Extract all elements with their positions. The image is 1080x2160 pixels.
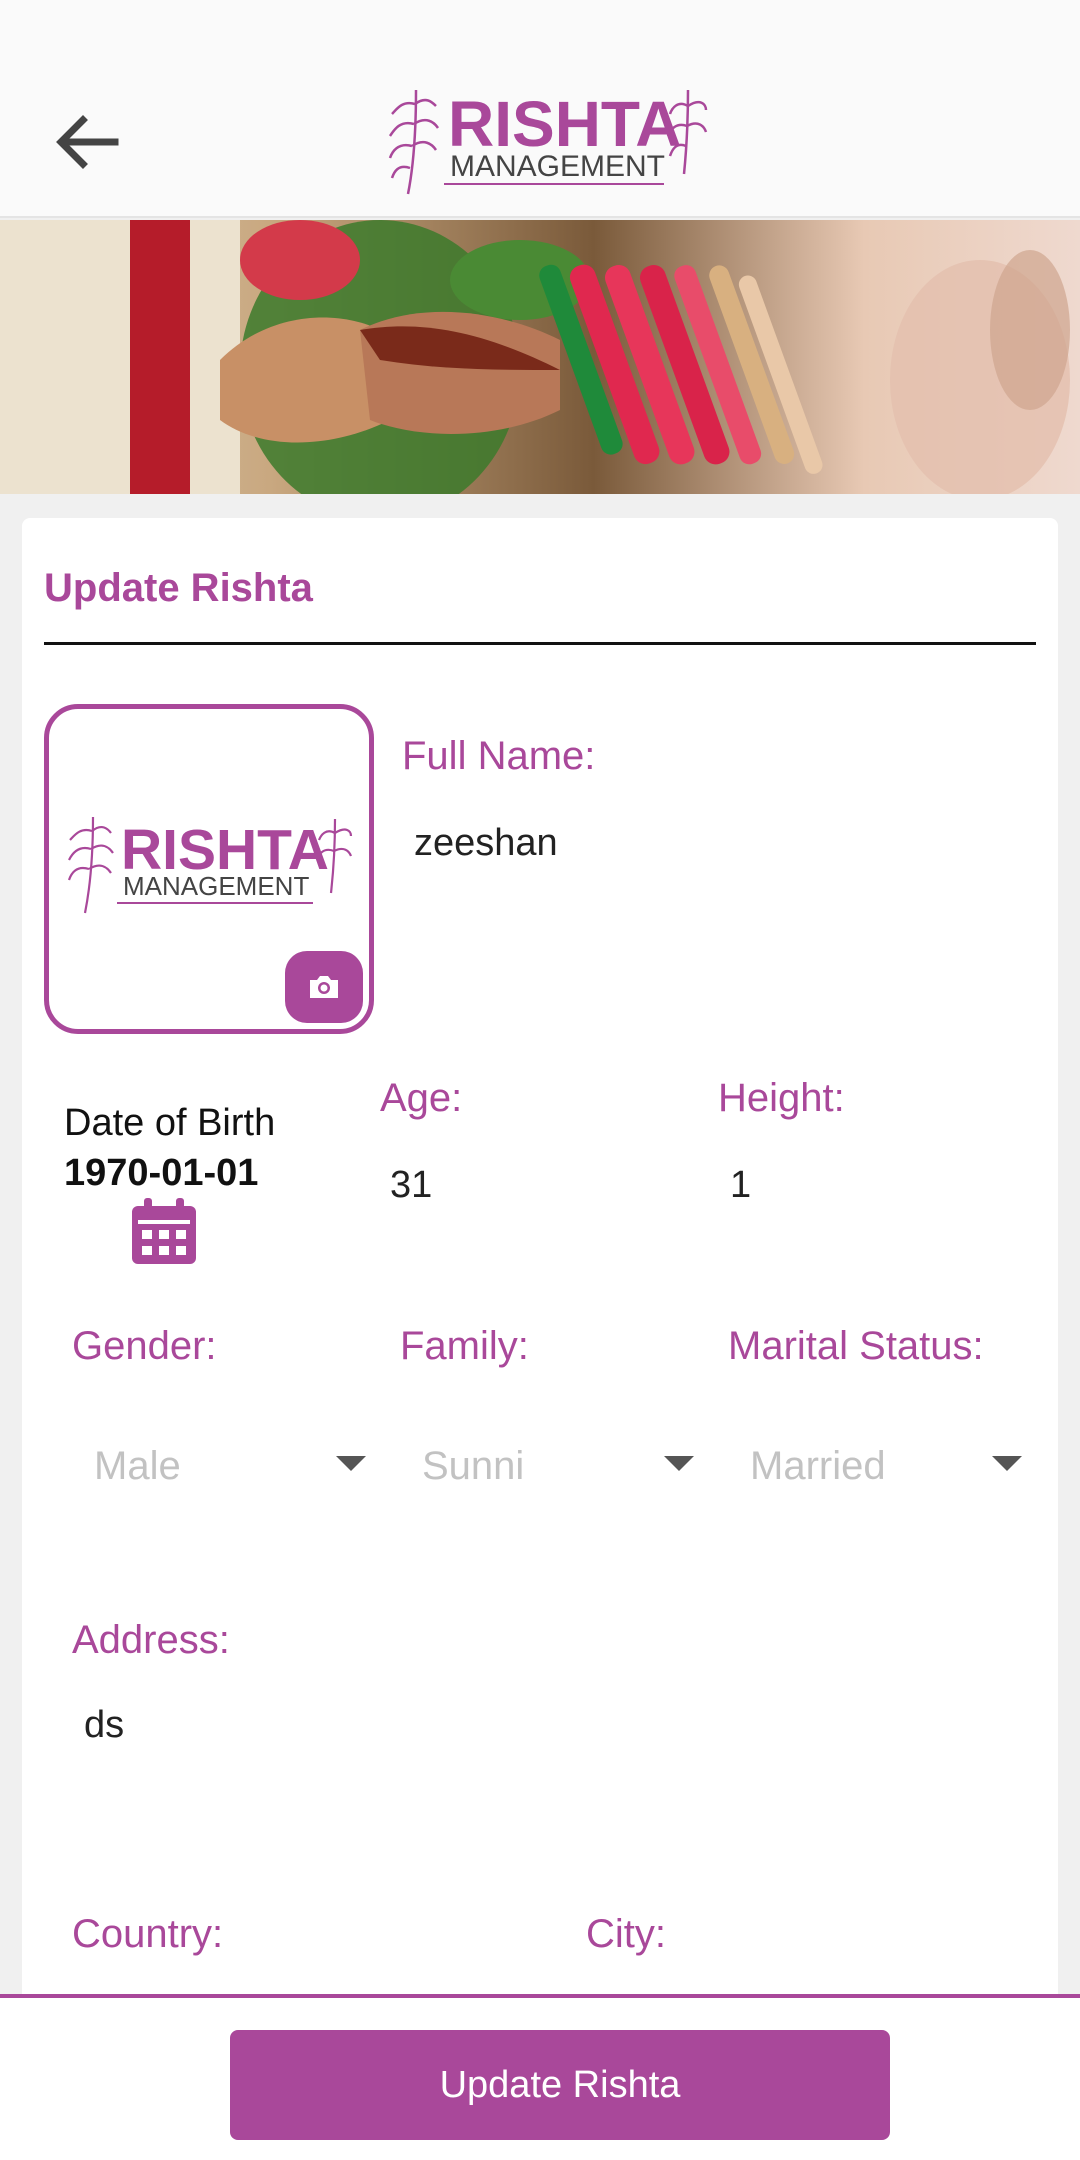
address-label: Address:: [72, 1618, 230, 1662]
update-rishta-button[interactable]: Update Rishta: [230, 2030, 890, 2140]
change-photo-button[interactable]: [285, 951, 363, 1023]
gender-select[interactable]: Male: [94, 1426, 372, 1506]
back-button[interactable]: [46, 102, 126, 182]
card-title: Update Rishta: [44, 566, 313, 610]
photo-placeholder-logo: RISHTA MANAGEMENT: [67, 816, 353, 914]
age-label: Age:: [380, 1076, 463, 1120]
gender-select-value: Male: [94, 1443, 181, 1488]
family-select-value: Sunni: [422, 1443, 525, 1488]
title-divider: [44, 642, 1036, 645]
banner-art: [0, 220, 1080, 494]
full-name-label: Full Name:: [402, 734, 596, 778]
chevron-down-icon: [664, 1456, 694, 1471]
family-select[interactable]: Sunni: [422, 1426, 700, 1506]
profile-photo[interactable]: RISHTA MANAGEMENT: [44, 704, 374, 1034]
country-label: Country:: [72, 1912, 224, 1956]
full-name-input[interactable]: zeeshan: [414, 822, 558, 865]
app-screen: RISHTA MANAGEMENT Update Rishta RISHTA M…: [0, 0, 1080, 2160]
city-label: City:: [586, 1912, 666, 1956]
wedding-banner-image: [0, 220, 1080, 494]
address-input[interactable]: ds: [84, 1704, 124, 1747]
app-logo: RISHTA MANAGEMENT: [388, 88, 708, 195]
app-header: RISHTA MANAGEMENT: [0, 0, 1080, 218]
logo-sub-text: MANAGEMENT: [450, 150, 665, 183]
arrow-left-icon: [56, 115, 119, 169]
chevron-down-icon: [992, 1456, 1022, 1471]
camera-icon: [310, 976, 338, 998]
marital-status-select[interactable]: Married: [750, 1426, 1028, 1506]
chevron-down-icon: [336, 1456, 366, 1471]
calendar-icon[interactable]: [130, 1196, 198, 1266]
family-label: Family:: [400, 1324, 529, 1368]
dob-value: 1970-01-01: [64, 1152, 259, 1194]
height-input[interactable]: 1: [730, 1164, 751, 1207]
dob-label: Date of Birth: [64, 1102, 276, 1144]
marital-status-select-value: Married: [750, 1443, 886, 1488]
gender-label: Gender:: [72, 1324, 217, 1368]
bottom-action-bar: Update Rishta: [0, 1994, 1080, 2160]
photo-logo-sub-text: MANAGEMENT: [123, 871, 309, 901]
height-label: Height:: [718, 1076, 845, 1120]
age-input[interactable]: 31: [390, 1164, 432, 1207]
update-rishta-card: Update Rishta RISHTA MANAGEMENT Full Nam…: [22, 518, 1058, 2160]
marital-status-label: Marital Status:: [728, 1324, 984, 1368]
